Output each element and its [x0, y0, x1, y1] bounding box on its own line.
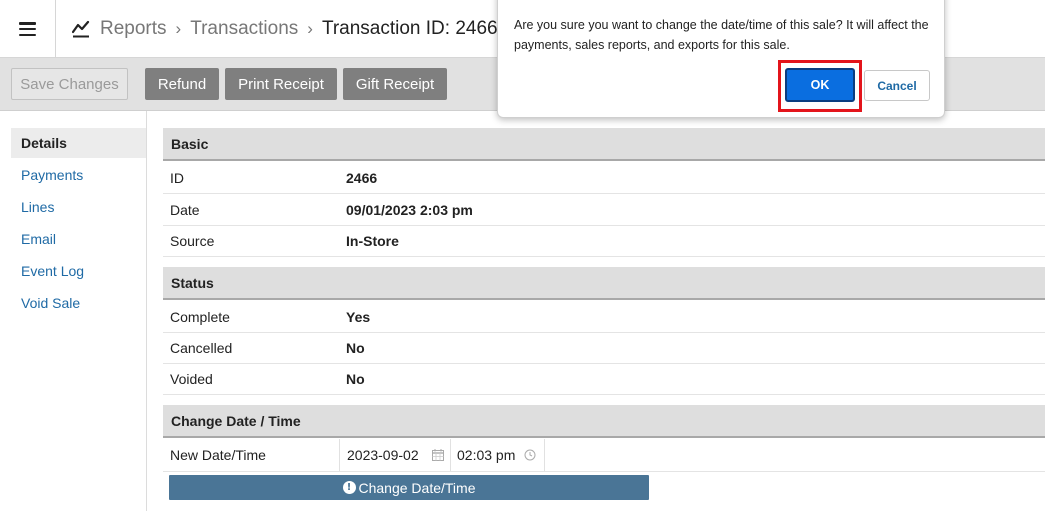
confirm-dialog: Are you sure you want to change the date…	[497, 0, 945, 118]
detail-row: Voided No	[163, 364, 1045, 395]
row-label: New Date/Time	[170, 447, 266, 463]
row-label: Cancelled	[170, 340, 233, 356]
gift-receipt-button[interactable]: Gift Receipt	[343, 68, 447, 100]
sidebar-item-email[interactable]: Email	[11, 224, 146, 254]
sidebar-item-void-sale[interactable]: Void Sale	[11, 288, 146, 318]
section-header-change-date: Change Date / Time	[163, 405, 1045, 438]
menu-button[interactable]	[0, 0, 56, 58]
print-receipt-button[interactable]: Print Receipt	[225, 68, 337, 100]
save-changes-button[interactable]: Save Changes	[11, 68, 128, 100]
sidebar-item-lines[interactable]: Lines	[11, 192, 146, 222]
date-input[interactable]: 2023-09-02	[339, 439, 451, 471]
clock-icon	[524, 449, 536, 461]
row-label: Source	[170, 233, 215, 249]
section-header-basic: Basic	[163, 128, 1045, 161]
row-value: No	[346, 371, 365, 387]
hamburger-icon	[19, 22, 36, 36]
detail-row: Source In-Store	[163, 226, 1045, 257]
row-value: 2466	[346, 170, 378, 186]
detail-row: Cancelled No	[163, 333, 1045, 364]
sidebar-item-details[interactable]: Details	[11, 128, 146, 158]
breadcrumb-reports[interactable]: Reports	[100, 18, 167, 40]
time-input[interactable]: 02:03 pm	[451, 439, 545, 471]
row-value: Yes	[346, 309, 371, 325]
row-label: Date	[170, 202, 200, 218]
ok-button[interactable]: OK	[785, 68, 855, 102]
row-value: No	[346, 340, 365, 356]
sidebar: Details Payments Lines Email Event Log V…	[0, 111, 147, 511]
sidebar-item-event-log[interactable]: Event Log	[11, 256, 146, 286]
time-value: 02:03 pm	[457, 447, 516, 463]
refund-button[interactable]: Refund	[145, 68, 219, 100]
row-value: 09/01/2023 2:03 pm	[346, 202, 473, 218]
row-label: ID	[170, 170, 184, 186]
row-label: Complete	[170, 309, 230, 325]
row-label: Voided	[170, 371, 213, 387]
dialog-message: Are you sure you want to change the date…	[514, 18, 929, 52]
new-date-time-row: New Date/Time 2023-09-02 02:03 pm	[163, 439, 1045, 472]
detail-row: Date 09/01/2023 2:03 pm	[163, 195, 1045, 226]
row-value: In-Store	[346, 233, 399, 249]
chevron-right-icon: ›	[175, 19, 182, 38]
page-title: Transaction ID: 2466, $	[321, 18, 519, 39]
date-value: 2023-09-02	[347, 447, 419, 463]
breadcrumb: Reports › Transactions › Transaction ID:…	[72, 0, 519, 58]
chart-line-icon	[72, 20, 90, 38]
breadcrumb-transactions[interactable]: Transactions	[190, 18, 298, 40]
change-date-time-button[interactable]: ! Change Date/Time	[169, 475, 649, 500]
detail-row: ID 2466	[163, 163, 1045, 194]
change-date-time-label: Change Date/Time	[358, 479, 476, 496]
detail-row: Complete Yes	[163, 302, 1045, 333]
sidebar-item-payments[interactable]: Payments	[11, 160, 146, 190]
chevron-right-icon: ›	[307, 19, 313, 38]
calendar-icon	[432, 449, 444, 461]
cancel-button[interactable]: Cancel	[864, 70, 930, 101]
info-icon: !	[342, 481, 356, 494]
section-header-status: Status	[163, 267, 1045, 300]
